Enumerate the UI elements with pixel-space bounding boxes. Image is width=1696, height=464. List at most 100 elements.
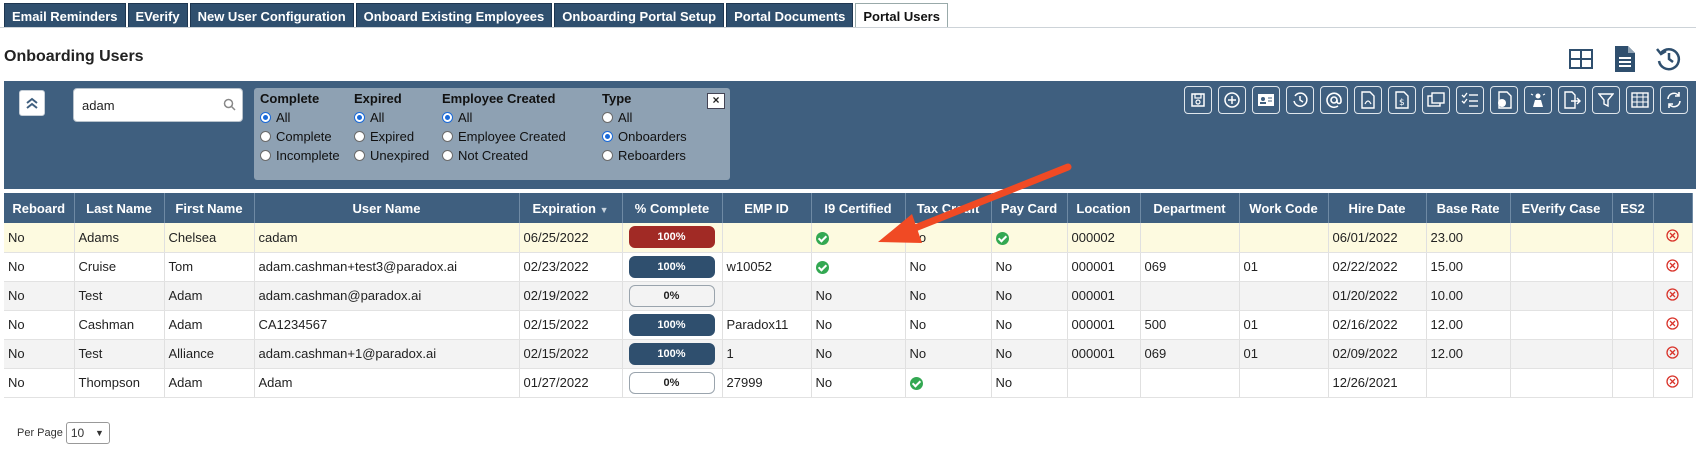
col-user-name[interactable]: User Name [254, 193, 520, 223]
tab-email-reminders[interactable]: Email Reminders [4, 3, 126, 28]
table-row[interactable]: No Test Adam adam.cashman@paradox.ai 02/19/2… [4, 281, 1693, 311]
document-refresh-button[interactable] [1490, 86, 1518, 114]
add-button[interactable] [1218, 86, 1246, 114]
col-location[interactable]: Location [1067, 193, 1141, 223]
email-button[interactable] [1320, 86, 1348, 114]
tab-portal-users[interactable]: Portal Users [855, 3, 948, 28]
col-i9-certified[interactable]: I9 Certified [811, 193, 906, 223]
refresh-button[interactable] [1660, 86, 1688, 114]
copy-folder-button[interactable] [1422, 86, 1450, 114]
radio-expired-expired[interactable]: Expired [354, 127, 429, 146]
progress-bar: 100% [628, 342, 715, 365]
cell-first-name: Adam [164, 281, 255, 311]
cell-reboard: No [4, 368, 75, 398]
cell-location: 000001 [1067, 310, 1141, 340]
cell-last-name: Test [74, 281, 165, 311]
per-page-label: Per Page [17, 427, 63, 439]
radio-type-all[interactable]: All [602, 108, 687, 127]
cell-base-rate: 12.00 [1426, 310, 1511, 340]
history-icon[interactable] [1654, 44, 1684, 74]
per-page-select[interactable]: 10 ▼ [65, 422, 110, 444]
pdf-button[interactable] [1354, 86, 1382, 114]
radio-icon [442, 112, 453, 123]
col-everify-case[interactable]: EVerify Case [1510, 193, 1613, 223]
at-icon [1326, 92, 1342, 109]
table-row[interactable]: No Thompson Adam Adam 01/27/2022 0% 27999 No No 1… [4, 368, 1693, 398]
refresh-icon [1667, 92, 1681, 108]
delete-icon[interactable] [1666, 258, 1679, 272]
radio-expired-all[interactable]: All [354, 108, 429, 127]
radio-type-onboarders[interactable]: Onboarders [602, 127, 687, 146]
cell-actions [1653, 368, 1693, 398]
cell-location: 000001 [1067, 339, 1141, 369]
save-button[interactable] [1184, 86, 1212, 114]
radio-employee-created-not-created[interactable]: Not Created [442, 146, 566, 165]
cell-percent-complete: 100% [622, 252, 723, 282]
cell-department: 500 [1140, 310, 1240, 340]
document-icon[interactable] [1610, 44, 1640, 74]
col-base-rate[interactable]: Base Rate [1426, 193, 1511, 223]
chevron-up-double-icon [26, 97, 38, 109]
collapse-button[interactable] [19, 90, 45, 116]
delete-icon[interactable] [1666, 345, 1679, 359]
col-first-name[interactable]: First Name [164, 193, 255, 223]
radio-icon [260, 131, 271, 142]
col-department[interactable]: Department [1140, 193, 1240, 223]
table-row[interactable]: No Cruise Tom adam.cashman+test3@paradox.ai… [4, 252, 1693, 282]
radio-complete-all[interactable]: All [260, 108, 340, 127]
search-input[interactable] [80, 90, 220, 120]
cell-hire-date: 02/16/2022 [1328, 310, 1427, 340]
cell-department [1140, 223, 1240, 253]
radio-employee-created-created[interactable]: Employee Created [442, 127, 566, 146]
radio-employee-created-all[interactable]: All [442, 108, 566, 127]
tab-onboard-existing-employees[interactable]: Onboard Existing Employees [355, 3, 553, 28]
col-reboard[interactable]: Reboard [4, 193, 75, 223]
history-button[interactable] [1286, 86, 1314, 114]
table-row[interactable]: No Cashman Adam CA1234567 02/15/2022 100% Para… [4, 310, 1693, 340]
col-es2[interactable]: ES2 [1612, 193, 1654, 223]
delete-icon[interactable] [1666, 229, 1679, 242]
cell-last-name: Adams [74, 223, 165, 253]
col-pay-card[interactable]: Pay Card [991, 193, 1068, 223]
col-tax-credit[interactable]: Tax Credit [905, 193, 992, 223]
cell-hire-date: 02/22/2022 [1328, 252, 1427, 282]
col-last-name[interactable]: Last Name [74, 193, 165, 223]
cell-pay-card: No [991, 339, 1068, 369]
table-row[interactable]: No Test Alliance adam.cashman+1@paradox.ai 0… [4, 339, 1693, 369]
radio-expired-unexpired[interactable]: Unexpired [354, 146, 429, 165]
table-button[interactable] [1626, 86, 1654, 114]
export-button[interactable] [1558, 86, 1586, 114]
filter-button[interactable] [1592, 86, 1620, 114]
cell-first-name: Tom [164, 252, 255, 282]
cell-pay-card [991, 223, 1068, 253]
col-expiration[interactable]: Expiration ▼ [519, 193, 623, 223]
radio-complete-incomplete[interactable]: Incomplete [260, 146, 340, 165]
col-hire-date[interactable]: Hire Date [1328, 193, 1427, 223]
cell-i9-certified [811, 252, 906, 282]
person-highlight-button[interactable] [1524, 86, 1552, 114]
col-emp-id[interactable]: EMP ID [722, 193, 812, 223]
tab-everify[interactable]: EVerify [127, 3, 188, 28]
svg-text:$: $ [1399, 98, 1405, 108]
tab-new-user-configuration[interactable]: New User Configuration [189, 3, 354, 28]
table-row[interactable]: No Adams Chelsea cadam 06/25/2022 100% No 00000… [4, 223, 1693, 253]
search-icon[interactable] [223, 98, 236, 114]
cell-base-rate: 10.00 [1426, 281, 1511, 311]
radio-type-reboarders[interactable]: Reboarders [602, 146, 687, 165]
cell-first-name: Chelsea [164, 223, 255, 253]
delete-icon[interactable] [1666, 316, 1679, 330]
checklist-button[interactable] [1456, 86, 1484, 114]
col-percent-complete[interactable]: % Complete [622, 193, 723, 223]
cell-expiration: 06/25/2022 [519, 223, 623, 253]
close-filters-button[interactable]: × [707, 93, 725, 109]
tab-divider [0, 27, 1696, 28]
col-work-code[interactable]: Work Code [1239, 193, 1329, 223]
tab-portal-documents[interactable]: Portal Documents [726, 3, 854, 28]
user-card-button[interactable] [1252, 86, 1280, 114]
delete-icon[interactable] [1666, 374, 1679, 388]
delete-icon[interactable] [1666, 287, 1679, 301]
grid-layout-icon[interactable] [1566, 44, 1596, 74]
radio-complete-complete[interactable]: Complete [260, 127, 340, 146]
tab-onboarding-portal-setup[interactable]: Onboarding Portal Setup [554, 3, 725, 28]
document-dollar-button[interactable]: $ [1388, 86, 1416, 114]
